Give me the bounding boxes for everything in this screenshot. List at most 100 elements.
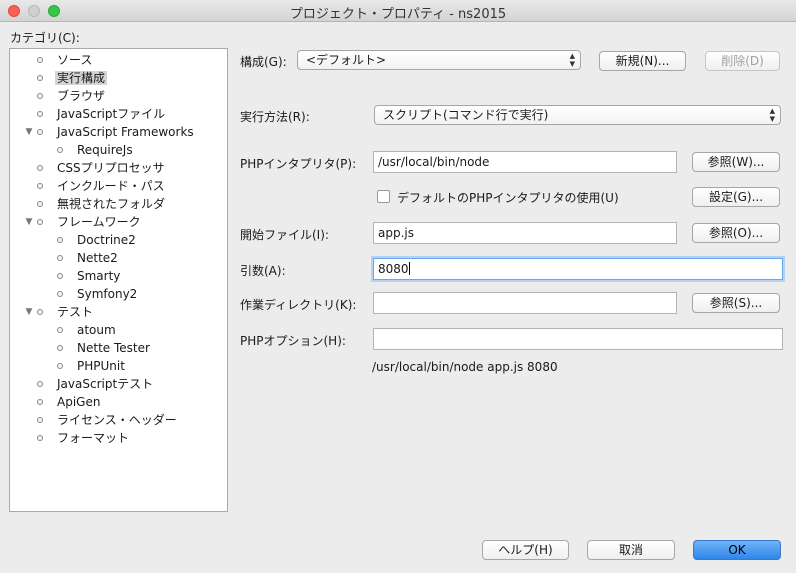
tree-item[interactable]: インクルード・パス [37, 177, 167, 195]
tree-item[interactable]: CSSプリプロセッサ [37, 159, 167, 177]
expand-triangle-icon[interactable]: ▼ [23, 303, 35, 321]
tree-bullet-icon [37, 75, 43, 81]
config-select[interactable]: <デフォルト> ▲ ▼ [297, 50, 581, 70]
tree-item[interactable]: Smarty [57, 267, 122, 285]
tree-bullet-icon [37, 93, 43, 99]
expand-triangle-icon[interactable]: ▼ [23, 123, 35, 141]
tree-item[interactable]: ▼ テスト [26, 303, 95, 321]
tree-bullet-icon [37, 201, 43, 207]
tree-bullet-icon [37, 165, 43, 171]
tree-item-label: atoum [77, 323, 116, 337]
tree-item[interactable]: フォーマット [37, 429, 131, 447]
tree-item-label: ブラウザ [57, 89, 106, 103]
delete-config-button[interactable]: 削除(D) [705, 51, 780, 71]
tree-item-label: RequireJs [77, 143, 133, 157]
use-default-interpreter-checkbox[interactable] [377, 190, 390, 203]
tree-item[interactable]: Symfony2 [57, 285, 139, 303]
tree-bullet-icon [37, 381, 43, 387]
tree-bullet-icon [37, 129, 43, 135]
title-bar: プロジェクト・プロパティ - ns2015 [0, 0, 796, 22]
tree-bullet-icon [57, 291, 63, 297]
expand-triangle-icon[interactable]: ▼ [23, 213, 35, 231]
tree-item[interactable]: 無視されたフォルダ [37, 195, 167, 213]
tree-bullet-icon [57, 273, 63, 279]
tree-item[interactable]: PHPUnit [57, 357, 127, 375]
arguments-value: 8080 [378, 262, 409, 276]
tree-item-label: JavaScriptテスト [57, 377, 154, 391]
start-file-label: 開始ファイル(I): [240, 228, 329, 242]
tree-bullet-icon [37, 309, 43, 315]
tree-item[interactable]: Nette Tester [57, 339, 152, 357]
tree-item[interactable]: ブラウザ [37, 87, 107, 105]
tree-bullet-icon [57, 147, 63, 153]
new-config-button[interactable]: 新規(N)... [599, 51, 686, 71]
tree-item[interactable]: 実行構成 [37, 69, 108, 87]
working-dir-label: 作業ディレクトリ(K): [240, 298, 357, 312]
tree-item[interactable]: ソース [37, 51, 94, 69]
tree-item-label: ソース [57, 53, 93, 67]
config-label: 構成(G): [240, 55, 287, 69]
updown-chevron-icon: ▲ ▼ [569, 52, 575, 68]
tree-item[interactable]: ▼ JavaScript Frameworks [26, 123, 196, 141]
tree-item[interactable]: ▼ フレームワーク [26, 213, 143, 231]
text-caret [408, 262, 410, 275]
tree-item[interactable]: ライセンス・ヘッダー [37, 411, 179, 429]
tree-item-label: JavaScriptファイル [57, 107, 166, 121]
arguments-field[interactable]: 8080 [373, 258, 783, 280]
ok-button[interactable]: OK [693, 540, 781, 560]
tree-item-label: フレームワーク [57, 215, 141, 229]
config-select-value: <デフォルト> [306, 53, 387, 67]
window-title: プロジェクト・プロパティ - ns2015 [289, 7, 507, 22]
tree-item-label: Symfony2 [77, 287, 138, 301]
command-preview: /usr/local/bin/node app.js 8080 [372, 360, 558, 374]
cancel-button[interactable]: 取消 [587, 540, 675, 560]
tree-bullet-icon [37, 417, 43, 423]
tree-bullet-icon [57, 237, 63, 243]
tree-item-label: PHPUnit [77, 359, 125, 373]
tree-item-label: JavaScript Frameworks [57, 125, 194, 139]
tree-bullet-icon [37, 219, 43, 225]
browse-working-dir-button[interactable]: 参照(S)... [692, 293, 780, 313]
tree-item-label: 無視されたフォルダ [57, 197, 166, 211]
tree-item-label: テスト [57, 305, 94, 319]
working-dir-field[interactable] [373, 292, 677, 314]
tree-item-label: 実行構成 [55, 71, 108, 85]
tree-bullet-icon [37, 57, 43, 63]
interpreter-settings-button[interactable]: 設定(G)... [692, 187, 780, 207]
tree-item[interactable]: JavaScriptファイル [37, 105, 167, 123]
run-method-select-value: スクリプト(コマンド行で実行) [383, 108, 549, 122]
tree-item[interactable]: Doctrine2 [57, 231, 138, 249]
php-options-label: PHPオプション(H): [240, 334, 346, 348]
category-tree[interactable]: ソース実行構成ブラウザ JavaScriptファイル ▼ JavaScript Fra… [9, 48, 228, 512]
help-button[interactable]: ヘルプ(H) [482, 540, 569, 560]
tree-item-label: ApiGen [57, 395, 101, 409]
updown-chevron-icon: ▲ ▼ [769, 107, 775, 123]
start-file-field[interactable]: app.js [373, 222, 677, 244]
tree-item[interactable]: ApiGen [37, 393, 102, 411]
tree-item[interactable]: RequireJs [57, 141, 135, 159]
browse-interpreter-button[interactable]: 参照(W)... [692, 152, 780, 172]
tree-item-label: Nette2 [77, 251, 118, 265]
tree-bullet-icon [37, 399, 43, 405]
categories-label: カテゴリ(C): [10, 31, 80, 45]
tree-bullet-icon [37, 435, 43, 441]
php-options-field[interactable] [373, 328, 783, 350]
php-interpreter-field[interactable]: /usr/local/bin/node [373, 151, 677, 173]
tree-bullet-icon [57, 327, 63, 333]
browse-start-file-button[interactable]: 参照(O)... [692, 223, 780, 243]
tree-item-label: フォーマット [57, 431, 130, 445]
tree-item-label: Doctrine2 [77, 233, 136, 247]
tree-item-label: Nette Tester [77, 341, 150, 355]
tree-item-label: CSSプリプロセッサ [57, 161, 165, 175]
tree-item[interactable]: Nette2 [57, 249, 120, 267]
tree-bullet-icon [57, 363, 63, 369]
use-default-interpreter-label: デフォルトのPHPインタプリタの使用(U) [397, 191, 619, 205]
tree-item-label: ライセンス・ヘッダー [57, 413, 177, 427]
run-method-select[interactable]: スクリプト(コマンド行で実行) ▲ ▼ [374, 105, 781, 125]
php-interpreter-label: PHPインタプリタ(P): [240, 157, 357, 171]
tree-bullet-icon [57, 255, 63, 261]
tree-item[interactable]: atoum [57, 321, 118, 339]
tree-bullet-icon [37, 111, 43, 117]
tree-bullet-icon [57, 345, 63, 351]
tree-item[interactable]: JavaScriptテスト [37, 375, 155, 393]
